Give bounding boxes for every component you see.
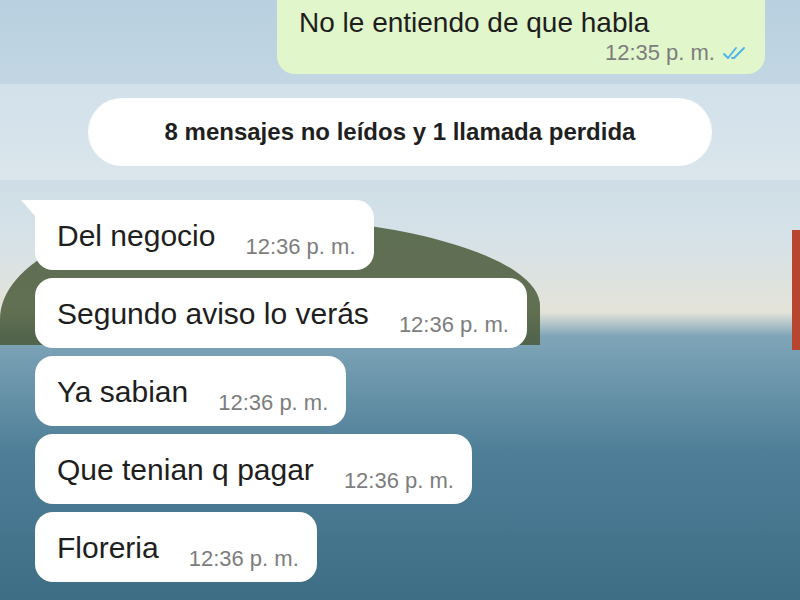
- bridge-tower: [792, 230, 800, 350]
- incoming-message[interactable]: Floreria 12:36 p. m.: [35, 512, 317, 582]
- incoming-message[interactable]: Del negocio 12:36 p. m.: [35, 200, 374, 270]
- message-time: 12:36 p. m.: [399, 312, 509, 340]
- incoming-list: Del negocio 12:36 p. m.Segundo aviso lo …: [0, 200, 800, 582]
- unread-banner: 8 mensajes no leídos y 1 llamada perdida: [88, 98, 712, 166]
- double-check-icon: [723, 45, 747, 61]
- incoming-message[interactable]: Que tenian q pagar 12:36 p. m.: [35, 434, 472, 504]
- incoming-message[interactable]: Ya sabian 12:36 p. m.: [35, 356, 346, 426]
- message-text: Que tenian q pagar: [57, 448, 314, 492]
- unread-strip: 8 mensajes no leídos y 1 llamada perdida: [0, 84, 800, 180]
- outgoing-message[interactable]: No le entiendo de que habla 12:35 p. m.: [277, 0, 765, 74]
- message-time: 12:35 p. m.: [605, 40, 715, 66]
- message-time: 12:36 p. m.: [245, 234, 355, 262]
- outgoing-row: No le entiendo de que habla 12:35 p. m.: [0, 0, 800, 74]
- message-text: Segundo aviso lo verás: [57, 292, 369, 336]
- message-time: 12:36 p. m.: [218, 390, 328, 418]
- message-text: Del negocio: [57, 214, 215, 258]
- message-text: Floreria: [57, 526, 159, 570]
- message-time: 12:36 p. m.: [189, 546, 299, 574]
- message-text: Ya sabian: [57, 370, 188, 414]
- message-text: No le entiendo de que habla: [299, 6, 747, 40]
- message-meta: 12:35 p. m.: [299, 40, 747, 66]
- chat-screen: No le entiendo de que habla 12:35 p. m. …: [0, 0, 800, 600]
- message-list[interactable]: No le entiendo de que habla 12:35 p. m. …: [0, 0, 800, 582]
- incoming-message[interactable]: Segundo aviso lo verás 12:36 p. m.: [35, 278, 527, 348]
- message-time: 12:36 p. m.: [344, 468, 454, 496]
